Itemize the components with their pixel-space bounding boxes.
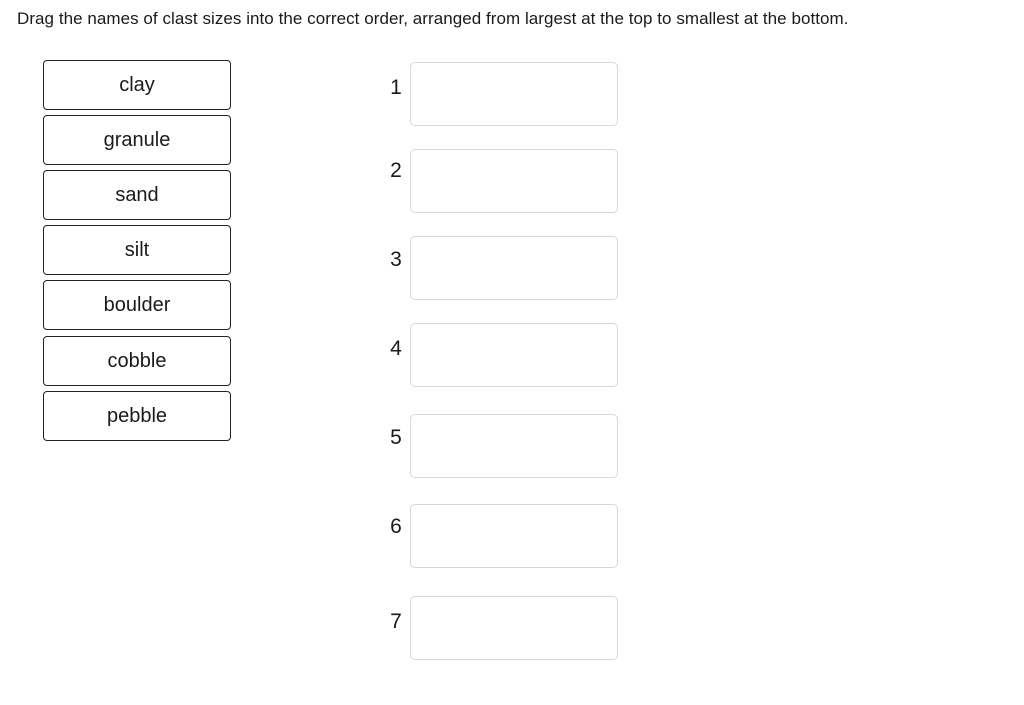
question-prompt: Drag the names of clast sizes into the c… (17, 9, 849, 28)
drop-slot-2[interactable] (410, 149, 618, 213)
drop-slot-6[interactable] (410, 504, 618, 568)
draggable-tile[interactable]: boulder (43, 280, 231, 330)
drop-slot-1[interactable] (410, 62, 618, 126)
slot-number: 3 (390, 248, 402, 271)
slot-number: 1 (390, 76, 402, 99)
draggable-tile[interactable]: sand (43, 170, 231, 220)
draggable-tile[interactable]: silt (43, 225, 231, 275)
slot-number: 5 (390, 426, 402, 449)
drop-slot-5[interactable] (410, 414, 618, 478)
draggable-tile[interactable]: granule (43, 115, 231, 165)
draggable-tile[interactable]: cobble (43, 336, 231, 386)
draggable-tile[interactable]: pebble (43, 391, 231, 441)
slot-number: 7 (390, 610, 402, 633)
drop-slot-7[interactable] (410, 596, 618, 660)
slot-number: 2 (390, 159, 402, 182)
drop-slot-4[interactable] (410, 323, 618, 387)
slot-number: 6 (390, 515, 402, 538)
drop-slot-3[interactable] (410, 236, 618, 300)
draggable-tile[interactable]: clay (43, 60, 231, 110)
slot-number: 4 (390, 337, 402, 360)
